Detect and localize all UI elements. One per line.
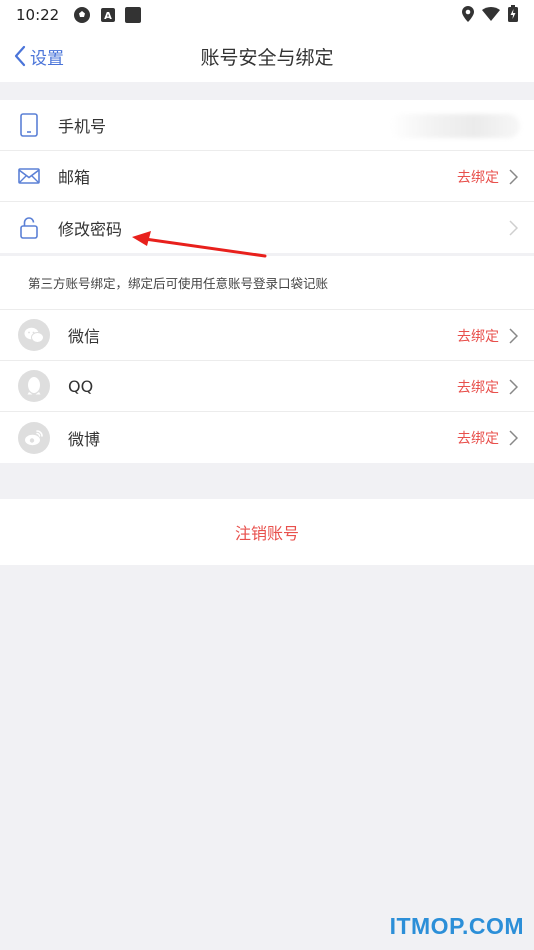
email-label: 邮箱 — [58, 168, 91, 187]
chevron-left-icon — [14, 45, 26, 67]
soccer-ball-icon — [73, 6, 91, 24]
wechat-label: 微信 — [68, 327, 101, 346]
weibo-label: 微博 — [68, 429, 101, 449]
weibo-bind-label: 去绑定 — [457, 430, 499, 447]
chevron-right-icon — [509, 378, 518, 395]
wechat-bind-label: 去绑定 — [457, 328, 499, 345]
page-title: 账号安全与绑定 — [200, 46, 334, 69]
email-bind-label: 去绑定 — [457, 169, 499, 186]
weibo-icon — [18, 421, 50, 454]
qq-label: QQ — [68, 376, 94, 396]
mail-icon — [0, 168, 58, 184]
lock-icon — [0, 216, 58, 239]
qq-icon — [18, 370, 50, 402]
change-password-label: 修改密码 — [58, 219, 123, 239]
back-button[interactable]: 设置 — [14, 30, 64, 82]
watermark-logo: ITMOP.COM — [389, 913, 524, 939]
annotation-arrow-icon — [132, 231, 267, 258]
status-bar: 10:22 A — [0, 0, 534, 30]
third-party-group: 第三方账号绑定，绑定后可使用任意账号登录口袋记账 微信 去绑定 QQ 去绑定 微… — [0, 256, 534, 463]
delete-account-button[interactable]: 注销账号 — [0, 499, 534, 565]
wechat-icon — [18, 319, 50, 351]
a-box-icon: A — [101, 8, 116, 22]
status-time: 10:22 — [16, 6, 60, 24]
email-row[interactable]: 邮箱 去绑定 — [0, 151, 534, 202]
email-bind-action[interactable]: 去绑定 — [457, 151, 518, 202]
phone-label: 手机号 — [58, 117, 107, 136]
back-label: 设置 — [30, 48, 64, 69]
battery-icon — [508, 5, 518, 26]
wechat-row[interactable]: 微信 去绑定 — [0, 310, 534, 361]
qq-bind-label: 去绑定 — [457, 379, 499, 396]
square-icon — [125, 7, 142, 23]
chevron-right-icon — [509, 327, 518, 344]
chevron-right-icon — [509, 429, 518, 446]
location-icon — [462, 5, 474, 26]
wifi-icon — [482, 6, 500, 25]
weibo-row[interactable]: 微博 去绑定 — [0, 412, 534, 463]
weibo-bind-action[interactable]: 去绑定 — [457, 412, 518, 463]
phone-row[interactable]: 手机号 — [0, 100, 534, 151]
phone-number-redacted — [390, 114, 520, 138]
wechat-bind-action[interactable]: 去绑定 — [457, 310, 518, 361]
qq-row[interactable]: QQ 去绑定 — [0, 361, 534, 412]
phone-icon — [0, 113, 58, 137]
chevron-right-icon — [509, 168, 518, 185]
change-password-arrow[interactable] — [499, 202, 518, 253]
chevron-right-icon — [509, 219, 518, 236]
qq-bind-action[interactable]: 去绑定 — [457, 361, 518, 412]
svg-text:A: A — [104, 11, 112, 22]
nav-bar: 设置 账号安全与绑定 — [0, 30, 534, 82]
third-party-note: 第三方账号绑定，绑定后可使用任意账号登录口袋记账 — [0, 256, 534, 310]
